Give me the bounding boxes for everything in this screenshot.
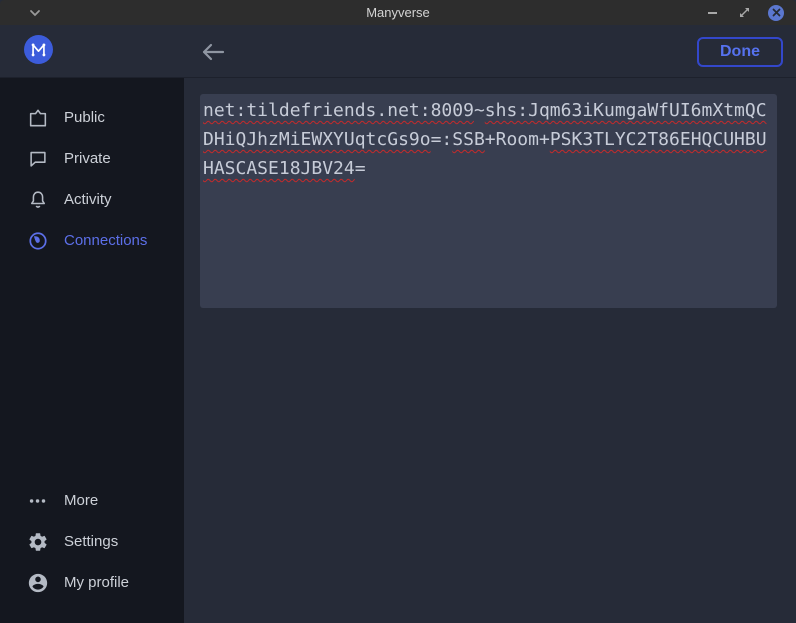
sidebar-item-label: My profile <box>64 574 129 591</box>
gauge-icon <box>27 230 49 252</box>
done-button[interactable]: Done <box>697 37 783 67</box>
speech-bubble-icon <box>27 148 49 170</box>
sidebar-item-public[interactable]: Public <box>0 97 184 138</box>
window-title: Manyverse <box>0 5 796 20</box>
invite-text-segment: = <box>355 158 366 179</box>
bulletin-board-icon <box>27 107 49 129</box>
invite-code-input[interactable]: net:tildefriends.net:8009~shs:Jqm63iKumg… <box>200 94 777 308</box>
manyverse-logo-icon <box>24 35 53 64</box>
sidebar-item-label: Activity <box>64 191 112 208</box>
person-circle-icon <box>27 572 49 594</box>
sidebar-item-label: More <box>64 492 98 509</box>
sidebar-item-activity[interactable]: Activity <box>0 179 184 220</box>
sidebar-item-label: Settings <box>64 533 118 550</box>
ellipsis-icon <box>27 490 49 512</box>
sidebar-item-private[interactable]: Private <box>0 138 184 179</box>
sidebar: Public Private Activity Connections More Set… <box>0 78 184 623</box>
sidebar-item-my-profile[interactable]: My profile <box>0 562 184 603</box>
app-header: Done <box>0 25 796 78</box>
sidebar-item-label: Private <box>64 150 111 167</box>
sidebar-main-group: Public Private Activity Connections <box>0 97 184 261</box>
close-button[interactable] <box>768 5 784 21</box>
invite-text-segment: ~ <box>474 100 485 121</box>
titlebar: Manyverse <box>0 0 796 25</box>
sidebar-footer-group: More Settings My profile <box>0 480 184 603</box>
invite-text-segment: SSB <box>452 129 485 150</box>
gear-icon <box>27 531 49 553</box>
sidebar-item-more[interactable]: More <box>0 480 184 521</box>
invite-text-segment: =: <box>431 129 453 150</box>
sidebar-item-label: Public <box>64 109 105 126</box>
invite-text-segment: +Room+ <box>485 129 550 150</box>
sidebar-item-settings[interactable]: Settings <box>0 521 184 562</box>
restore-button[interactable] <box>736 4 753 21</box>
main-panel: net:tildefriends.net:8009~shs:Jqm63iKumg… <box>184 78 796 623</box>
sidebar-item-connections[interactable]: Connections <box>0 220 184 261</box>
invite-text-segment: net:tildefriends.net:8009 <box>203 100 474 121</box>
bell-icon <box>27 189 49 211</box>
back-button[interactable] <box>200 39 226 65</box>
sidebar-item-label: Connections <box>64 232 147 249</box>
minimize-button[interactable] <box>704 4 721 21</box>
manyverse-window: Manyverse <box>0 0 796 623</box>
